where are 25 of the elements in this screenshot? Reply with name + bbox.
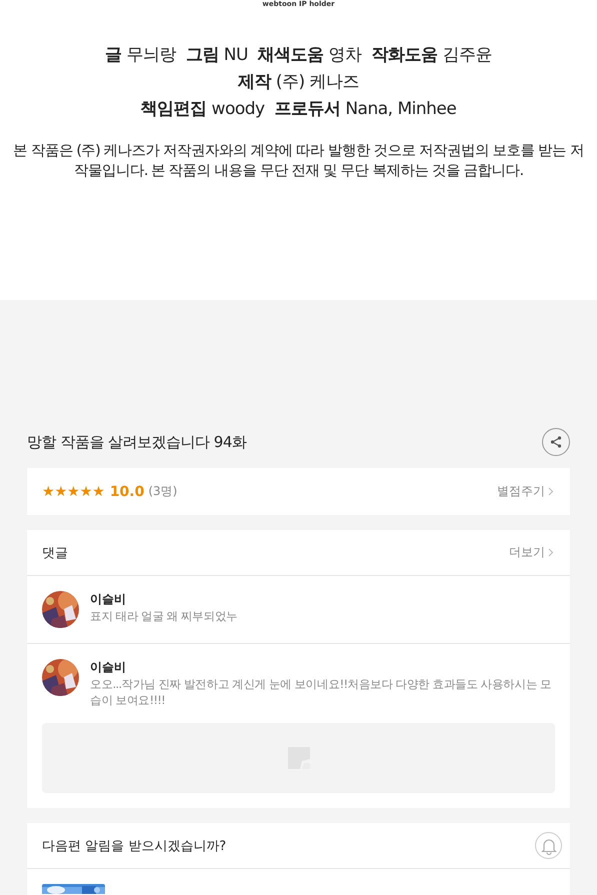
section-title: 댓글 — [42, 544, 68, 562]
comment-text: 표지 태라 얼굴 왜 찌부되었누 — [90, 608, 238, 624]
episode-title: 망할 작품을 살려보겠습니다 94화 — [27, 432, 246, 452]
credit-line: 글 무늬랑 그림 NU 채색도움 영차 작화도움 김주윤 — [105, 44, 492, 67]
star-icon: ★ — [80, 484, 92, 498]
comment-text: 오오...작가님 진짜 발전하고 계신게 눈에 보이네요!!처음보다 다양한 효과들도 사용하시는 모습이 보여요!!!! — [90, 676, 552, 708]
credit-line: 제작 (주) 케나즈 — [236, 71, 360, 94]
bell-icon — [540, 836, 556, 854]
rating-score: 10.0 — [110, 484, 144, 500]
star-icon: ★ — [54, 484, 68, 498]
credit-line: 책임편집 woody 프로듀서 Nana, Minhee — [140, 98, 458, 121]
star-icon: ★ — [42, 484, 55, 498]
more-link[interactable]: 더보기 — [509, 544, 554, 561]
star-icon: ★ — [92, 484, 105, 498]
copyright-notice: 본 작품은 (주) 케나즈가 저작권자와의 계약에 따라 발행한 것으로 저작권법의 보호를 받는 저작물입니다. 본 작품의 내용을 무단 전재 및 무단 복제하는 것을 금합니다. — [12, 142, 585, 181]
chevron-icon — [548, 487, 554, 496]
rating-count: (3명) — [148, 483, 178, 500]
share-button[interactable] — [542, 428, 570, 456]
subscribe-question: 다음편 알림을 받으시겠습니까? — [42, 838, 226, 854]
comment-author: 이슬비 — [90, 659, 127, 676]
rate-link[interactable]: 별점주기 — [497, 483, 554, 500]
comment-author: 이슬비 — [90, 591, 127, 608]
star-icon: ★ — [67, 484, 80, 498]
chevron-icon — [548, 548, 554, 557]
share-icon — [549, 435, 563, 449]
